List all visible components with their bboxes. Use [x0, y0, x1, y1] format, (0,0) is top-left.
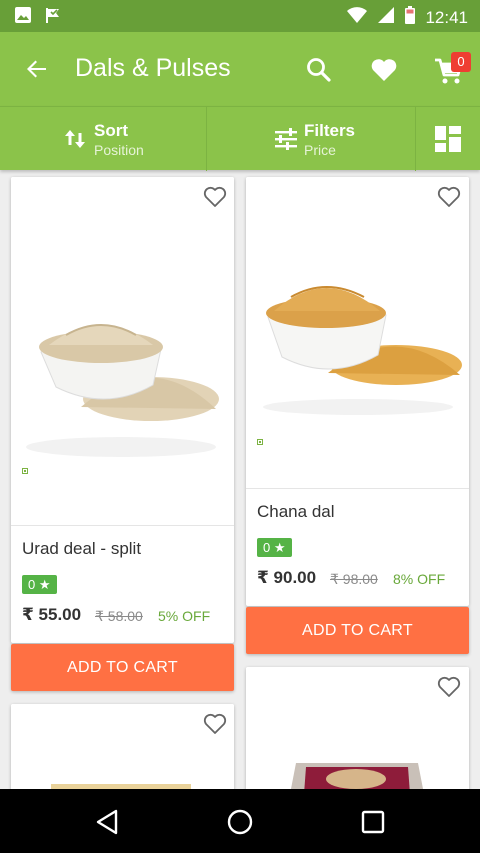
product-name[interactable]: Chana dal: [257, 501, 335, 523]
rating-badge: 0 ★: [22, 575, 57, 594]
product-card[interactable]: [246, 667, 469, 794]
product-price: ₹ 55.00: [22, 605, 82, 624]
filters-value: Price: [304, 142, 336, 158]
wishlist-heart-icon[interactable]: [202, 185, 228, 209]
wifi-icon: [347, 6, 368, 29]
product-image[interactable]: [11, 704, 234, 794]
discount-label: 8% OFF: [393, 571, 446, 587]
home-nav-icon[interactable]: [225, 807, 255, 837]
grid-view-icon[interactable]: [416, 107, 480, 171]
system-nav-bar: [0, 789, 480, 853]
recents-nav-icon[interactable]: [358, 807, 388, 837]
filter-sliders-icon: [274, 127, 298, 156]
image-icon: [14, 6, 32, 29]
signal-icon: [377, 6, 395, 29]
filters-button[interactable]: Filters Price: [207, 107, 416, 171]
rating-badge: 0 ★: [257, 538, 292, 557]
wishlist-heart-icon[interactable]: [436, 675, 462, 699]
clock: 12:41: [425, 7, 468, 27]
add-to-cart-button[interactable]: ADD TO CART: [11, 644, 234, 691]
divider: [11, 525, 234, 526]
sort-label: Sort: [94, 121, 128, 140]
search-icon[interactable]: [303, 54, 335, 86]
product-mrp: ₹ 58.00: [95, 608, 143, 624]
wishlist-heart-icon[interactable]: [202, 712, 228, 736]
cart-count-badge: 0: [451, 52, 471, 72]
filters-label: Filters: [304, 121, 356, 140]
product-card[interactable]: [11, 704, 234, 794]
product-card-chana-dal[interactable]: Chana dal 0 ★ ₹ 90.00 ₹ 98.00 8% OFF: [246, 177, 469, 606]
status-bar: 12:41: [0, 0, 480, 32]
sort-icon: [64, 127, 86, 156]
veg-indicator-icon: [22, 468, 28, 474]
product-image[interactable]: [11, 177, 234, 525]
heart-icon[interactable]: [368, 54, 400, 86]
sort-filter-bar: Sort Position Filters Price: [0, 106, 480, 171]
product-mrp: ₹ 98.00: [330, 571, 378, 587]
product-name[interactable]: Urad deal - split: [22, 538, 141, 560]
sort-button[interactable]: Sort Position: [0, 107, 207, 171]
product-image[interactable]: [246, 177, 469, 488]
back-nav-icon[interactable]: [93, 807, 123, 837]
product-image[interactable]: [246, 667, 469, 794]
veg-indicator-icon: [257, 439, 263, 445]
flag-icon: [44, 6, 62, 29]
page-title: Dals & Pulses: [75, 54, 231, 82]
add-to-cart-button[interactable]: ADD TO CART: [246, 607, 469, 654]
divider: [246, 488, 469, 489]
app-bar: Dals & Pulses 0: [0, 32, 480, 106]
back-arrow-icon[interactable]: [22, 54, 52, 84]
discount-label: 5% OFF: [158, 608, 211, 624]
sort-value: Position: [94, 142, 144, 158]
product-card-urad-dal[interactable]: Urad deal - split 0 ★ ₹ 55.00 ₹ 58.00 5%…: [11, 177, 234, 643]
battery-icon: [405, 6, 416, 29]
product-price: ₹ 90.00: [257, 568, 317, 587]
wishlist-heart-icon[interactable]: [436, 185, 462, 209]
